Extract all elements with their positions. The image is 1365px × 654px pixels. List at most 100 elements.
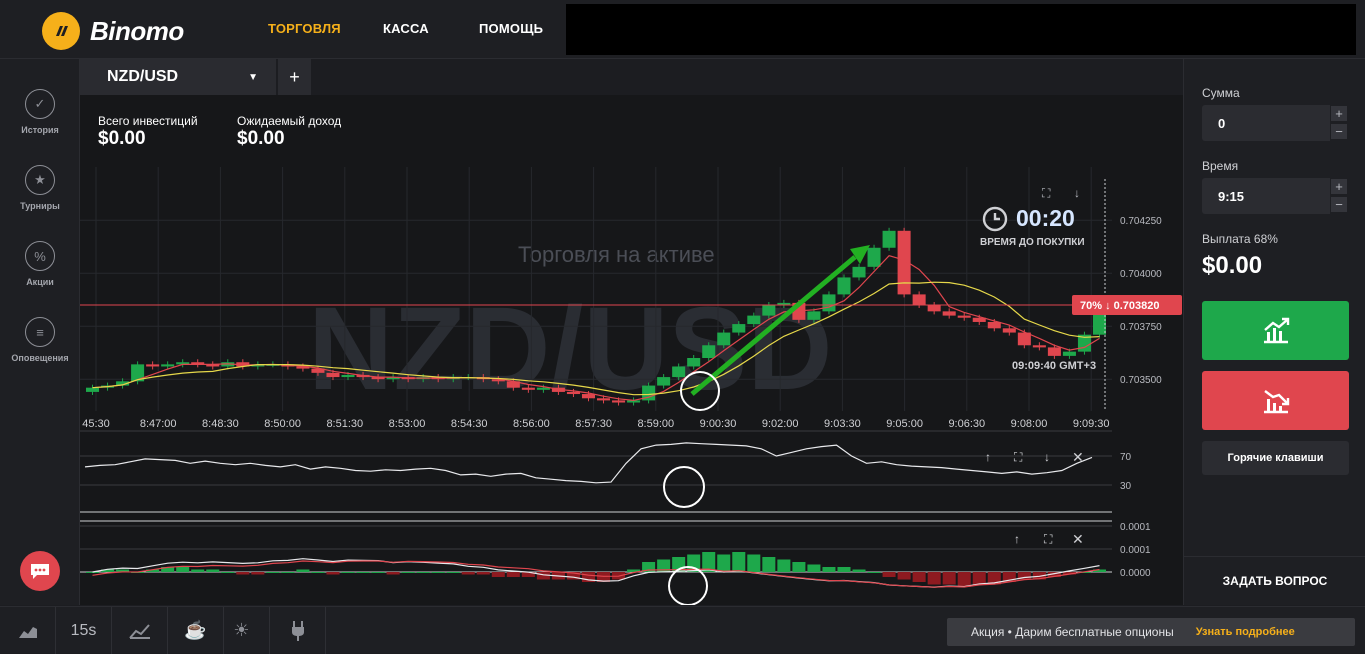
time-decrease-button[interactable]: −	[1330, 196, 1348, 213]
time-input[interactable]: 9:15	[1202, 178, 1330, 214]
price-tick-label: 0.703750	[1120, 322, 1162, 333]
candle	[687, 358, 701, 367]
macd-bar	[416, 572, 430, 573]
candle	[717, 332, 731, 346]
macd-bar	[386, 572, 400, 575]
promo-banner[interactable]: Акция • Дарим бесплатные опционы Узнать …	[947, 618, 1355, 646]
nav-cashier[interactable]: КАССА	[383, 21, 429, 36]
time-increase-button[interactable]: +	[1330, 178, 1348, 195]
arrow-down-icon[interactable]: ↓	[1074, 186, 1080, 200]
price-tag: 70% ↓ 0.703820	[1072, 295, 1182, 315]
chat-bubble-icon	[31, 564, 49, 579]
payout-value: $0.00	[1202, 252, 1263, 279]
trade-panel: Сумма 0 + − Время 9:15 + − Выплата 68% $…	[1183, 59, 1365, 605]
macd-bar	[867, 572, 881, 573]
macd-tick-label: 0.0000	[1120, 568, 1151, 579]
candle	[882, 230, 896, 248]
fullscreen-icon[interactable]: ⛶	[1013, 450, 1023, 464]
call-button[interactable]	[1202, 301, 1349, 360]
price-chart[interactable]: NZD/USD Торговля на активе 0.704250 0.704…	[80, 59, 1183, 605]
highlight-circle	[663, 466, 705, 508]
candle	[86, 387, 100, 392]
candle	[341, 374, 355, 378]
amount-decrease-button[interactable]: −	[1330, 123, 1348, 140]
arrow-up-icon[interactable]: ↑	[1014, 532, 1020, 546]
macd-bar	[897, 572, 911, 580]
macd-bar	[837, 567, 851, 572]
candle	[942, 311, 956, 316]
candle	[657, 377, 671, 386]
put-button[interactable]	[1202, 371, 1349, 430]
candle	[326, 372, 340, 378]
sidebar-item-notifications[interactable]: ≡ Оповещения	[0, 317, 80, 363]
candle	[762, 305, 776, 316]
macd-bar	[401, 572, 415, 573]
macd-bar	[311, 572, 325, 573]
sidebar-item-promotions[interactable]: % Акции	[0, 241, 80, 287]
fullscreen-icon[interactable]: ⛶	[1043, 532, 1053, 546]
price-tick-label: 0.703500	[1120, 375, 1162, 386]
close-icon[interactable]: ✕	[1072, 449, 1084, 465]
macd-bar	[221, 572, 235, 573]
time-tick-label: 8:54:30	[451, 418, 488, 430]
macd-bar	[777, 559, 791, 572]
arrow-down-icon[interactable]: ↓	[1044, 450, 1050, 464]
sidebar-item-label: Турниры	[20, 201, 60, 211]
amount-input[interactable]: 0	[1202, 105, 1330, 141]
chart-up-icon	[1263, 317, 1289, 343]
macd-bar	[251, 572, 265, 575]
sidebar-item-label: История	[21, 125, 59, 135]
nav-help[interactable]: ПОМОЩЬ	[479, 21, 543, 36]
candle	[747, 315, 761, 325]
candle	[581, 394, 595, 399]
macd-bar	[506, 572, 520, 577]
macd-bar	[807, 564, 821, 572]
area-chart-icon[interactable]	[0, 607, 56, 654]
top-bar: Binomo ТОРГОВЛЯ КАССА ПОМОЩЬ	[0, 0, 1365, 59]
period-button[interactable]: 15s	[56, 607, 112, 654]
chat-button[interactable]	[20, 551, 60, 591]
oscillator-tick-label: 30	[1120, 481, 1132, 492]
promo-link[interactable]: Узнать подробнее	[1196, 626, 1295, 638]
amount-increase-button[interactable]: +	[1330, 105, 1348, 122]
redacted-area	[566, 4, 1356, 55]
plug-icon[interactable]	[270, 607, 326, 654]
arrow-up-icon[interactable]: ↑	[985, 450, 991, 464]
macd-bar	[326, 572, 340, 575]
time-tick-label: 8:51:30	[326, 418, 363, 430]
macd-bar	[341, 572, 355, 573]
macd-bar	[461, 572, 475, 575]
time-tick-label: 9:05:00	[886, 418, 923, 430]
macd-bar	[296, 569, 310, 572]
ask-question-button[interactable]: ЗАДАТЬ ВОПРОС	[1184, 556, 1365, 605]
candle	[702, 345, 716, 358]
sidebar-item-history[interactable]: ✓ История	[0, 89, 80, 135]
time-tick-label: 9:09:30	[1073, 418, 1110, 430]
asset-watermark: NZD/USD	[308, 283, 832, 415]
sun-icon[interactable]: ☀	[214, 607, 270, 654]
macd-bar	[822, 567, 836, 572]
logo[interactable]: Binomo	[42, 12, 184, 50]
nav-trade[interactable]: ТОРГОВЛЯ	[268, 21, 341, 36]
macd-bar	[356, 572, 370, 573]
time-tick-label: 8:53:00	[389, 418, 426, 430]
fullscreen-icon[interactable]: ⛶	[1041, 186, 1051, 200]
payout-label: Выплата 68%	[1202, 232, 1278, 246]
time-tick-label: 8:50:00	[264, 418, 301, 430]
left-sidebar: ✓ История ★ Турниры % Акции ≡ Оповещения	[0, 59, 80, 605]
candle	[957, 315, 971, 318]
candle	[912, 294, 926, 305]
hotkeys-button[interactable]: Горячие клавиши	[1202, 441, 1349, 475]
macd-bar	[371, 572, 385, 573]
candle	[1002, 328, 1016, 333]
indicator-icon[interactable]	[112, 607, 168, 654]
candle	[807, 311, 821, 320]
candle	[987, 321, 1001, 329]
time-label: Время	[1202, 159, 1239, 173]
candle	[1047, 347, 1061, 356]
close-icon[interactable]: ✕	[1072, 531, 1084, 547]
sidebar-item-tournaments[interactable]: ★ Турниры	[0, 165, 80, 211]
macd-bar	[927, 572, 941, 585]
time-tick-label: 9:00:30	[700, 418, 737, 430]
macd-bar	[491, 572, 505, 577]
